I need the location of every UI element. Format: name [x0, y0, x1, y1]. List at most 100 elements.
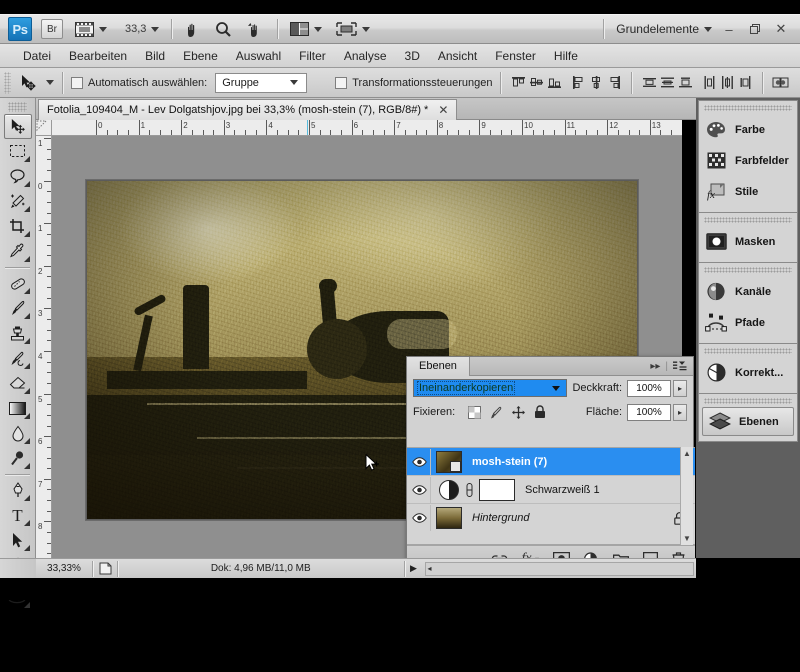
layer-row-mosh-stein[interactable]: mosh-stein (7) — [407, 448, 695, 476]
dock-item-pfade[interactable]: Pfade — [699, 307, 797, 338]
distribute-bottom-edges-icon[interactable] — [676, 73, 694, 93]
dock-item-korrekturen[interactable]: Korrekt... — [699, 357, 797, 388]
zoom-chevron-down-icon[interactable] — [151, 27, 159, 32]
close-button[interactable]: ✕ — [768, 18, 794, 40]
tool-quick-selection[interactable] — [4, 189, 32, 214]
status-doc-info[interactable]: Dok: 4,96 MB/11,0 MB — [118, 563, 404, 574]
opacity-input[interactable]: 100% — [627, 380, 671, 397]
menu-bearbeiten[interactable]: Bearbeiten — [60, 47, 136, 65]
distribute-right-edges-icon[interactable] — [736, 73, 754, 93]
tool-crop[interactable] — [4, 214, 32, 239]
menu-hilfe[interactable]: Hilfe — [545, 47, 587, 65]
tool-move[interactable] — [4, 114, 32, 139]
opacity-stepper[interactable]: ▸ — [673, 380, 687, 397]
layer-row-hintergrund[interactable]: Hintergrund — [407, 504, 695, 532]
tool-brush[interactable] — [4, 296, 32, 321]
layer-mask-link-icon[interactable] — [465, 483, 474, 497]
document-preview-icon[interactable] — [93, 562, 117, 575]
move-tool-icon[interactable] — [15, 71, 41, 95]
fill-stepper[interactable]: ▸ — [673, 404, 687, 421]
layer-name-1[interactable]: Schwarzweiß 1 — [525, 484, 600, 496]
menu-filter[interactable]: Filter — [290, 47, 335, 65]
minimize-button[interactable]: – — [716, 18, 742, 40]
layer-row-schwarzweiss[interactable]: Schwarzweiß 1 — [407, 476, 695, 504]
zoom-tool-button[interactable] — [213, 18, 234, 40]
layers-panel[interactable]: Ebenen ▸▸ | Ineinanderkopieren Deckkraft… — [406, 356, 694, 572]
layer-name-0[interactable]: mosh-stein (7) — [472, 456, 547, 468]
layers-panel-tab[interactable]: Ebenen — [407, 357, 470, 376]
scroll-left-arrow-icon[interactable]: ◂ — [428, 564, 432, 573]
tool-dodge[interactable] — [4, 446, 32, 471]
tool-blur[interactable] — [4, 421, 32, 446]
layer-visibility-toggle-1[interactable] — [409, 477, 431, 503]
layer-thumbnail-0[interactable] — [436, 451, 462, 473]
auto-select-checkbox[interactable] — [71, 77, 83, 89]
screen-mode-button[interactable] — [334, 18, 372, 40]
zoom-level-value[interactable]: 33,3 — [125, 23, 146, 35]
document-tab-close-icon[interactable]: ✕ — [438, 103, 448, 117]
status-play-icon[interactable]: ▶ — [405, 563, 423, 574]
distribute-horizontal-centers-icon[interactable] — [718, 73, 736, 93]
align-right-edges-icon[interactable] — [605, 73, 623, 93]
tool-healing-brush[interactable] — [4, 271, 32, 296]
layer-thumbnail-1[interactable] — [439, 480, 459, 500]
layers-panel-collapse-icon[interactable]: ▸▸ — [650, 361, 660, 372]
dock-item-farbe[interactable]: Farbe — [699, 114, 797, 145]
auto-align-layers-icon[interactable] — [771, 73, 789, 93]
view-extras-button[interactable] — [73, 18, 109, 40]
arrange-documents-button[interactable] — [288, 18, 324, 40]
rotate-view-tool-button[interactable] — [244, 18, 265, 40]
blend-mode-dropdown[interactable]: Ineinanderkopieren — [413, 379, 567, 397]
hand-tool-button[interactable] — [182, 18, 203, 40]
status-zoom-value[interactable]: 33,33% — [36, 563, 92, 574]
layers-list-scrollbar[interactable]: ▲ ▼ — [680, 447, 693, 545]
layer-name-2[interactable]: Hintergrund — [472, 512, 529, 524]
dock-group-masks-grip[interactable] — [704, 217, 792, 223]
tool-pen[interactable] — [4, 478, 32, 503]
align-horizontal-centers-icon[interactable] — [587, 73, 605, 93]
layer-mask-thumbnail-1[interactable] — [479, 479, 515, 501]
dock-group-adjustments-grip[interactable] — [704, 348, 792, 354]
lock-transparent-pixels-icon[interactable] — [468, 406, 481, 419]
align-vertical-centers-icon[interactable] — [527, 73, 545, 93]
toolbox-grip[interactable] — [8, 102, 27, 112]
fill-input[interactable]: 100% — [627, 404, 671, 421]
lock-all-icon[interactable] — [534, 405, 546, 419]
dock-item-masken[interactable]: Masken — [699, 226, 797, 257]
auto-select-scope-dropdown[interactable]: Gruppe — [215, 73, 307, 93]
layers-scroll-up-icon[interactable]: ▲ — [683, 449, 691, 458]
tool-clone-stamp[interactable] — [4, 321, 32, 346]
menu-ebene[interactable]: Ebene — [174, 47, 227, 65]
horizontal-scrollbar[interactable]: ◂ — [425, 562, 695, 576]
launch-bridge-button[interactable]: Br — [41, 19, 63, 39]
layer-visibility-toggle-0[interactable] — [409, 449, 431, 475]
tool-gradient[interactable] — [4, 396, 32, 421]
align-top-edges-icon[interactable] — [509, 73, 527, 93]
dock-group-channels-grip[interactable] — [704, 267, 792, 273]
distribute-vertical-centers-icon[interactable] — [658, 73, 676, 93]
lock-image-pixels-icon[interactable] — [490, 406, 503, 419]
dock-item-kanaele[interactable]: Kanäle — [699, 276, 797, 307]
distribute-top-edges-icon[interactable] — [640, 73, 658, 93]
menu-bild[interactable]: Bild — [136, 47, 174, 65]
ruler-origin-corner[interactable] — [36, 120, 52, 136]
restore-button[interactable] — [742, 18, 768, 40]
tool-path-selection[interactable] — [4, 528, 32, 553]
lock-position-icon[interactable] — [512, 406, 525, 419]
tool-preset-chevron-down-icon[interactable] — [46, 80, 54, 85]
dock-group-layers-grip[interactable] — [704, 398, 792, 404]
document-tab[interactable]: Fotolia_109404_M - Lev Dolgatshjov.jpg b… — [38, 99, 457, 120]
dock-item-stile[interactable]: fx Stile — [699, 176, 797, 207]
dock-item-ebenen[interactable]: Ebenen — [702, 407, 794, 436]
menu-3d[interactable]: 3D — [396, 47, 429, 65]
vertical-ruler[interactable]: 1012345678 — [36, 136, 52, 558]
align-bottom-edges-icon[interactable] — [545, 73, 563, 93]
tool-type[interactable]: T — [4, 503, 32, 528]
workspace-switcher[interactable]: Grundelemente — [604, 22, 712, 36]
menu-auswahl[interactable]: Auswahl — [227, 47, 290, 65]
options-bar-grip[interactable] — [4, 72, 11, 94]
menu-ansicht[interactable]: Ansicht — [429, 47, 486, 65]
menu-analyse[interactable]: Analyse — [335, 47, 396, 65]
layers-panel-menu-icon[interactable] — [673, 361, 687, 372]
menu-fenster[interactable]: Fenster — [486, 47, 545, 65]
